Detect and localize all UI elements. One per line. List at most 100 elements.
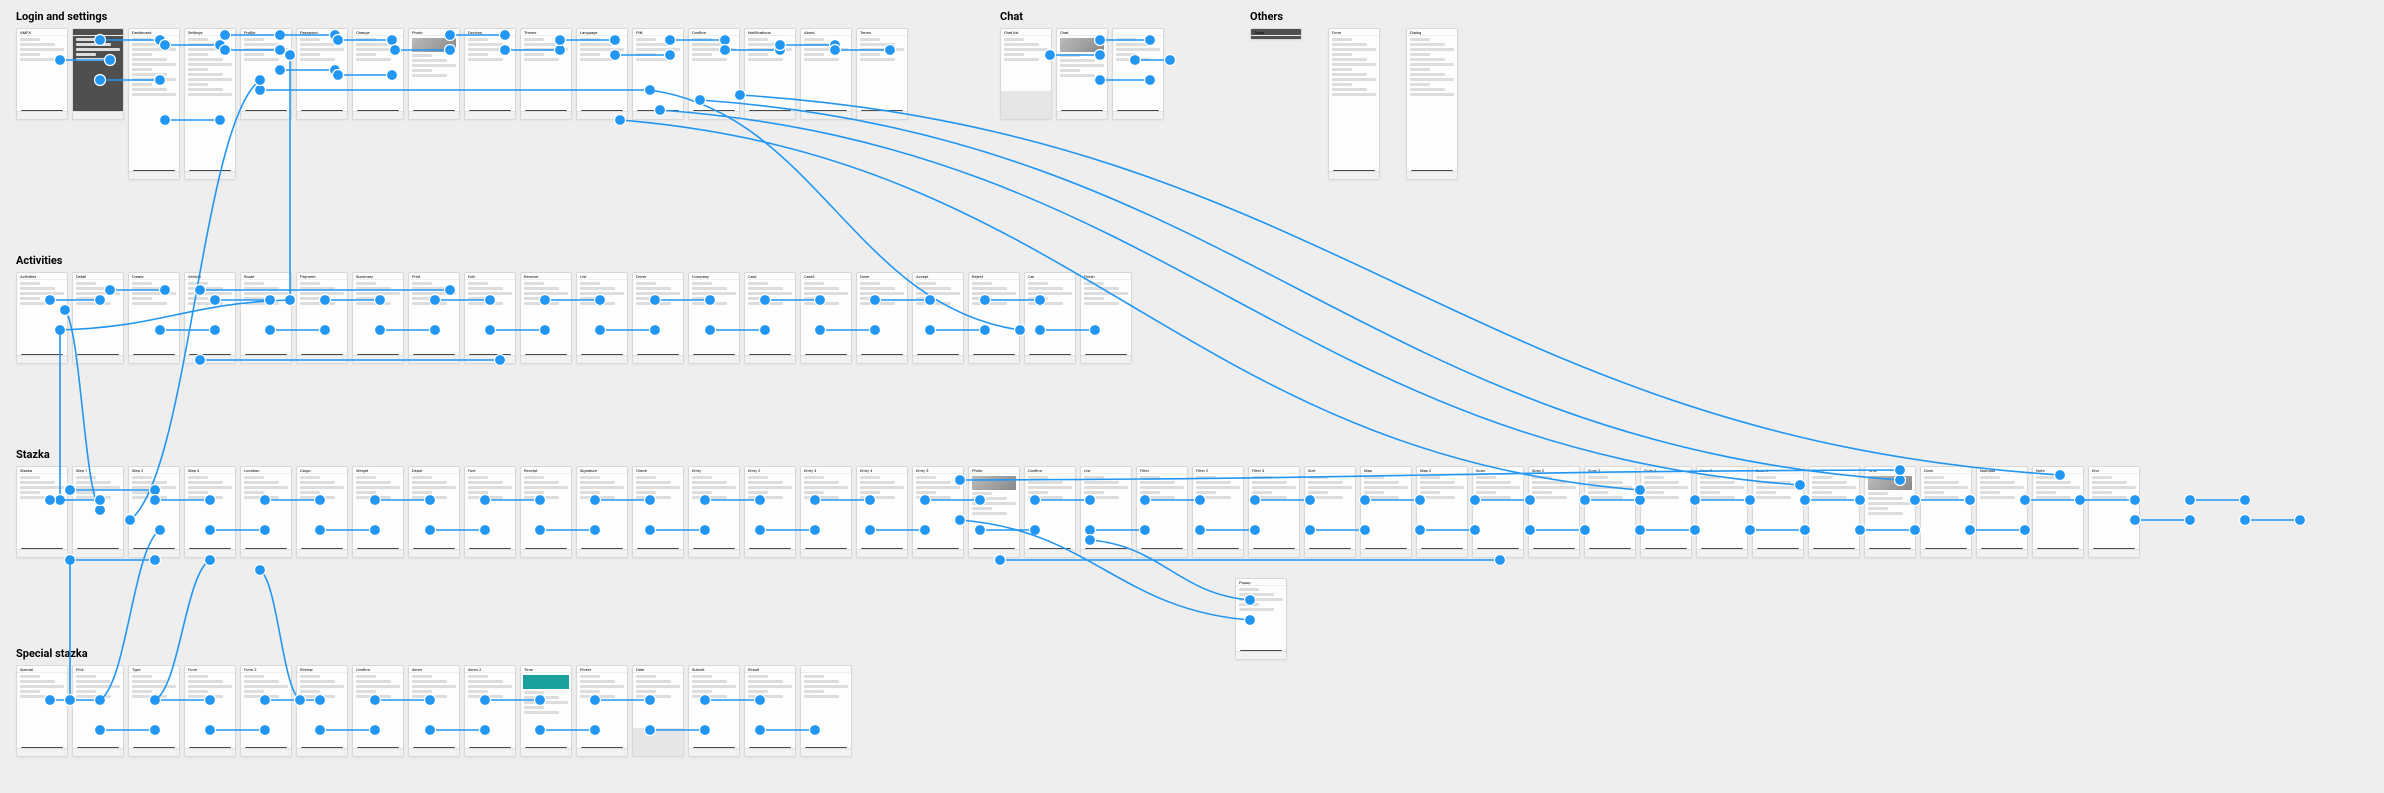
- hotspot-node[interactable]: [2240, 515, 2251, 526]
- bottom-nav[interactable]: [241, 549, 291, 557]
- screen-frame[interactable]: Filter: [1136, 466, 1188, 558]
- screen-frame[interactable]: Signature: [576, 466, 628, 558]
- bottom-nav[interactable]: [1809, 549, 1859, 557]
- bottom-nav[interactable]: [1305, 549, 1355, 557]
- screen-frame[interactable]: Scan 3: [1584, 466, 1636, 558]
- screen-frame[interactable]: Settings: [184, 28, 236, 180]
- bottom-nav[interactable]: [1113, 111, 1163, 119]
- screen-frame[interactable]: Card: [744, 272, 796, 364]
- screen-frame[interactable]: Create: [128, 272, 180, 364]
- screen-frame[interactable]: Map 2: [1416, 466, 1468, 558]
- screen-frame[interactable]: Dialog: [1406, 28, 1458, 180]
- bottom-nav[interactable]: [913, 355, 963, 363]
- screen-frame[interactable]: Payment: [296, 272, 348, 364]
- hotspot-node[interactable]: [2295, 515, 2306, 526]
- screen-frame[interactable]: Route: [240, 272, 292, 364]
- screen-frame[interactable]: Review: [296, 665, 348, 757]
- screen-frame[interactable]: Popup: [1235, 578, 1287, 660]
- screen-frame[interactable]: Weight: [352, 466, 404, 558]
- screen-frame[interactable]: Driver: [632, 272, 684, 364]
- screen-frame[interactable]: Vehicle: [184, 272, 236, 364]
- screen-frame[interactable]: Filter 3: [1248, 466, 1300, 558]
- bottom-nav[interactable]: [185, 549, 235, 557]
- screen-frame[interactable]: Language: [576, 28, 628, 120]
- screen-frame[interactable]: Fuel: [464, 466, 516, 558]
- bottom-nav[interactable]: [465, 355, 515, 363]
- bottom-nav[interactable]: [1977, 549, 2027, 557]
- screen-frame[interactable]: Print: [408, 272, 460, 364]
- bottom-nav[interactable]: [1529, 549, 1579, 557]
- screen-frame[interactable]: Form: [184, 665, 236, 757]
- bottom-nav[interactable]: [801, 355, 851, 363]
- screen-frame[interactable]: Theme: [520, 28, 572, 120]
- screen-frame[interactable]: Receipt: [520, 466, 572, 558]
- bottom-nav[interactable]: [129, 355, 179, 363]
- bottom-nav[interactable]: [129, 748, 179, 756]
- screen-frame[interactable]: Numpad: [1976, 466, 2028, 558]
- bottom-nav[interactable]: [801, 111, 851, 119]
- bottom-nav[interactable]: [1473, 549, 1523, 557]
- bottom-nav[interactable]: [689, 748, 739, 756]
- screen-frame[interactable]: Result: [744, 665, 796, 757]
- screen-frame[interactable]: Dashboard: [128, 28, 180, 180]
- bottom-nav[interactable]: [2033, 549, 2083, 557]
- screen-frame[interactable]: Done: [1920, 466, 1972, 558]
- bottom-nav[interactable]: [73, 549, 123, 557]
- screen-frame[interactable]: Detail: [72, 272, 124, 364]
- bottom-nav[interactable]: [297, 549, 347, 557]
- bottom-nav[interactable]: [633, 355, 683, 363]
- bottom-nav[interactable]: [1753, 549, 1803, 557]
- bottom-nav[interactable]: [409, 748, 459, 756]
- hotspot-node[interactable]: [2185, 495, 2196, 506]
- screen-frame[interactable]: About: [800, 28, 852, 120]
- screen-frame[interactable]: Finish: [1080, 272, 1132, 364]
- screen-frame[interactable]: Time: [1864, 466, 1916, 558]
- bottom-nav[interactable]: [129, 171, 179, 179]
- bottom-nav[interactable]: [801, 748, 851, 756]
- screen-frame[interactable]: [800, 665, 852, 757]
- screen-frame[interactable]: Confirm: [688, 28, 740, 120]
- screen-frame[interactable]: Submit: [688, 665, 740, 757]
- bottom-nav[interactable]: [857, 549, 907, 557]
- bottom-nav[interactable]: [185, 171, 235, 179]
- screen-frame[interactable]: Photo: [968, 466, 1020, 558]
- bottom-nav[interactable]: [185, 355, 235, 363]
- screen-frame[interactable]: Edit: [464, 272, 516, 364]
- bottom-nav[interactable]: [1585, 549, 1635, 557]
- screen-frame[interactable]: Form 2: [240, 665, 292, 757]
- bottom-nav[interactable]: [241, 355, 291, 363]
- bottom-nav[interactable]: [353, 355, 403, 363]
- bottom-nav[interactable]: [577, 549, 627, 557]
- screen-frame[interactable]: Check: [632, 466, 684, 558]
- screen-frame[interactable]: Date: [632, 665, 684, 757]
- screen-frame[interactable]: Company: [688, 272, 740, 364]
- bottom-nav[interactable]: [745, 748, 795, 756]
- screen-frame[interactable]: Note: [2032, 466, 2084, 558]
- bottom-nav[interactable]: [73, 111, 123, 119]
- screen-frame[interactable]: Entry 5: [912, 466, 964, 558]
- screen-frame[interactable]: Scan 4: [1640, 466, 1692, 558]
- bottom-nav[interactable]: [185, 748, 235, 756]
- bottom-nav[interactable]: [521, 748, 571, 756]
- bottom-nav[interactable]: [129, 549, 179, 557]
- screen-frame[interactable]: Reject: [968, 272, 1020, 364]
- screen-frame[interactable]: PIN: [632, 28, 684, 120]
- bottom-nav[interactable]: [969, 549, 1019, 557]
- bottom-nav[interactable]: [465, 748, 515, 756]
- screen-frame[interactable]: Profile: [240, 28, 292, 120]
- bottom-nav[interactable]: [577, 748, 627, 756]
- bottom-nav[interactable]: [409, 355, 459, 363]
- screen-frame[interactable]: Confirm: [1024, 466, 1076, 558]
- screen-frame[interactable]: Scan 7: [1808, 466, 1860, 558]
- screen-frame[interactable]: Password: [296, 28, 348, 120]
- screen-frame[interactable]: Special: [16, 665, 68, 757]
- screen-frame[interactable]: Form: [1328, 28, 1380, 180]
- bottom-nav[interactable]: [577, 355, 627, 363]
- screen-frame[interactable]: AMFX: [16, 28, 68, 120]
- screen-frame[interactable]: Summary: [352, 272, 404, 364]
- screen-frame[interactable]: List: [576, 272, 628, 364]
- bottom-nav[interactable]: [745, 111, 795, 119]
- bottom-nav[interactable]: [241, 111, 291, 119]
- bottom-nav[interactable]: [1361, 549, 1411, 557]
- bottom-nav[interactable]: [857, 355, 907, 363]
